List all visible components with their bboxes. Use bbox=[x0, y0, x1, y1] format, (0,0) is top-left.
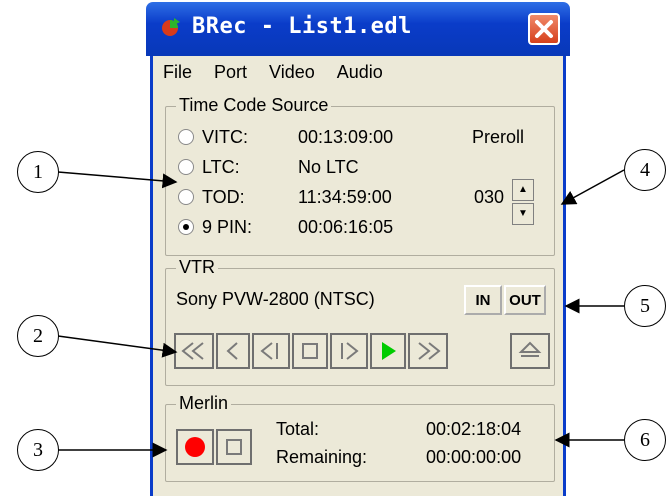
preroll-spinner[interactable]: ▲ ▼ bbox=[512, 179, 534, 225]
radio-label: TOD: bbox=[202, 187, 245, 207]
total-label: Total: bbox=[276, 419, 320, 439]
vtr-group: VTR Sony PVW-2800 (NTSC) IN OUT bbox=[165, 257, 555, 386]
window-title: BRec - List1.edl bbox=[192, 14, 412, 39]
frame-forward-icon bbox=[341, 342, 359, 360]
radio-label: VITC: bbox=[202, 127, 249, 147]
arrow-4 bbox=[560, 169, 625, 205]
record-button[interactable] bbox=[176, 429, 214, 465]
radio-button[interactable] bbox=[178, 159, 194, 175]
merlin-group: Merlin Total: 00:02:18:04 Remaining: 00:… bbox=[165, 393, 555, 482]
menu-audio[interactable]: Audio bbox=[337, 62, 383, 90]
record-icon bbox=[185, 437, 205, 457]
client-area: File Port Video Audio Time Code Source V… bbox=[150, 56, 566, 496]
in-button[interactable]: IN bbox=[464, 285, 502, 315]
fast-forward-button[interactable] bbox=[408, 333, 448, 369]
eject-icon bbox=[518, 341, 542, 357]
timecode-value: 11:34:59:00 bbox=[298, 187, 392, 207]
radio-button[interactable] bbox=[178, 129, 194, 145]
rewind-icon bbox=[181, 342, 204, 360]
callout-2: 2 bbox=[17, 315, 59, 357]
play-icon bbox=[382, 342, 396, 360]
frame-back-button[interactable] bbox=[252, 333, 290, 369]
close-icon bbox=[535, 20, 553, 38]
fast-forward-icon bbox=[418, 342, 441, 360]
remaining-value: 00:00:00:00 bbox=[426, 447, 522, 467]
preroll-value: 030 bbox=[474, 187, 505, 207]
radio-vitc[interactable]: VITC: 00:13:09:00 bbox=[178, 127, 418, 151]
radio-label: LTC: bbox=[202, 157, 240, 177]
radio-button[interactable] bbox=[178, 189, 194, 205]
radio-label: 9 PIN: bbox=[202, 217, 253, 237]
callout-4: 4 bbox=[624, 149, 666, 191]
preroll-label: Preroll bbox=[472, 127, 525, 147]
callout-3: 3 bbox=[17, 429, 59, 471]
total-value: 00:02:18:04 bbox=[426, 419, 522, 439]
transport-controls bbox=[174, 333, 554, 369]
time-code-source-label: Time Code Source bbox=[176, 95, 332, 116]
callout-1: 1 bbox=[17, 151, 59, 193]
spin-down-button[interactable]: ▼ bbox=[512, 203, 534, 225]
title-bar[interactable]: BRec - List1.edl bbox=[146, 2, 570, 56]
play-button[interactable] bbox=[370, 333, 406, 369]
stop-icon bbox=[226, 439, 242, 455]
step-back-button[interactable] bbox=[216, 333, 250, 369]
menu-bar: File Port Video Audio bbox=[153, 62, 383, 90]
timecode-value: No LTC bbox=[298, 157, 359, 177]
spin-up-button[interactable]: ▲ bbox=[512, 179, 534, 201]
time-code-source-group: Time Code Source VITC: 00:13:09:00 LTC: … bbox=[165, 95, 555, 256]
out-button-label: OUT bbox=[509, 291, 541, 309]
radio-9pin[interactable]: 9 PIN: 00:06:16:05 bbox=[178, 217, 418, 241]
merlin-stop-button[interactable] bbox=[216, 429, 252, 465]
remaining-label: Remaining: bbox=[276, 447, 368, 467]
timecode-value: 00:13:09:00 bbox=[298, 127, 394, 147]
app-icon bbox=[162, 18, 180, 36]
frame-forward-button[interactable] bbox=[330, 333, 368, 369]
in-button-label: IN bbox=[475, 291, 491, 309]
stop-button[interactable] bbox=[292, 333, 328, 369]
eject-button[interactable] bbox=[510, 333, 550, 369]
close-button[interactable] bbox=[528, 13, 560, 45]
radio-ltc[interactable]: LTC: No LTC bbox=[178, 157, 418, 181]
menu-port[interactable]: Port bbox=[214, 62, 247, 90]
callout-6: 6 bbox=[624, 419, 666, 461]
menu-video[interactable]: Video bbox=[269, 62, 315, 90]
stop-icon bbox=[302, 343, 318, 359]
vtr-label: VTR bbox=[176, 257, 218, 278]
brec-window: BRec - List1.edl File Port Video Audio T… bbox=[146, 2, 570, 496]
rewind-button[interactable] bbox=[174, 333, 214, 369]
step-back-icon bbox=[226, 342, 238, 360]
merlin-label: Merlin bbox=[176, 393, 232, 414]
radio-button-selected[interactable] bbox=[178, 219, 194, 235]
radio-tod[interactable]: TOD: 11:34:59:00 bbox=[178, 187, 418, 211]
menu-file[interactable]: File bbox=[163, 62, 192, 90]
frame-back-icon bbox=[260, 342, 278, 360]
callout-5: 5 bbox=[624, 285, 666, 327]
timecode-value: 00:06:16:05 bbox=[298, 217, 394, 237]
out-button[interactable]: OUT bbox=[504, 285, 546, 315]
vtr-device-name: Sony PVW-2800 (NTSC) bbox=[176, 289, 375, 309]
